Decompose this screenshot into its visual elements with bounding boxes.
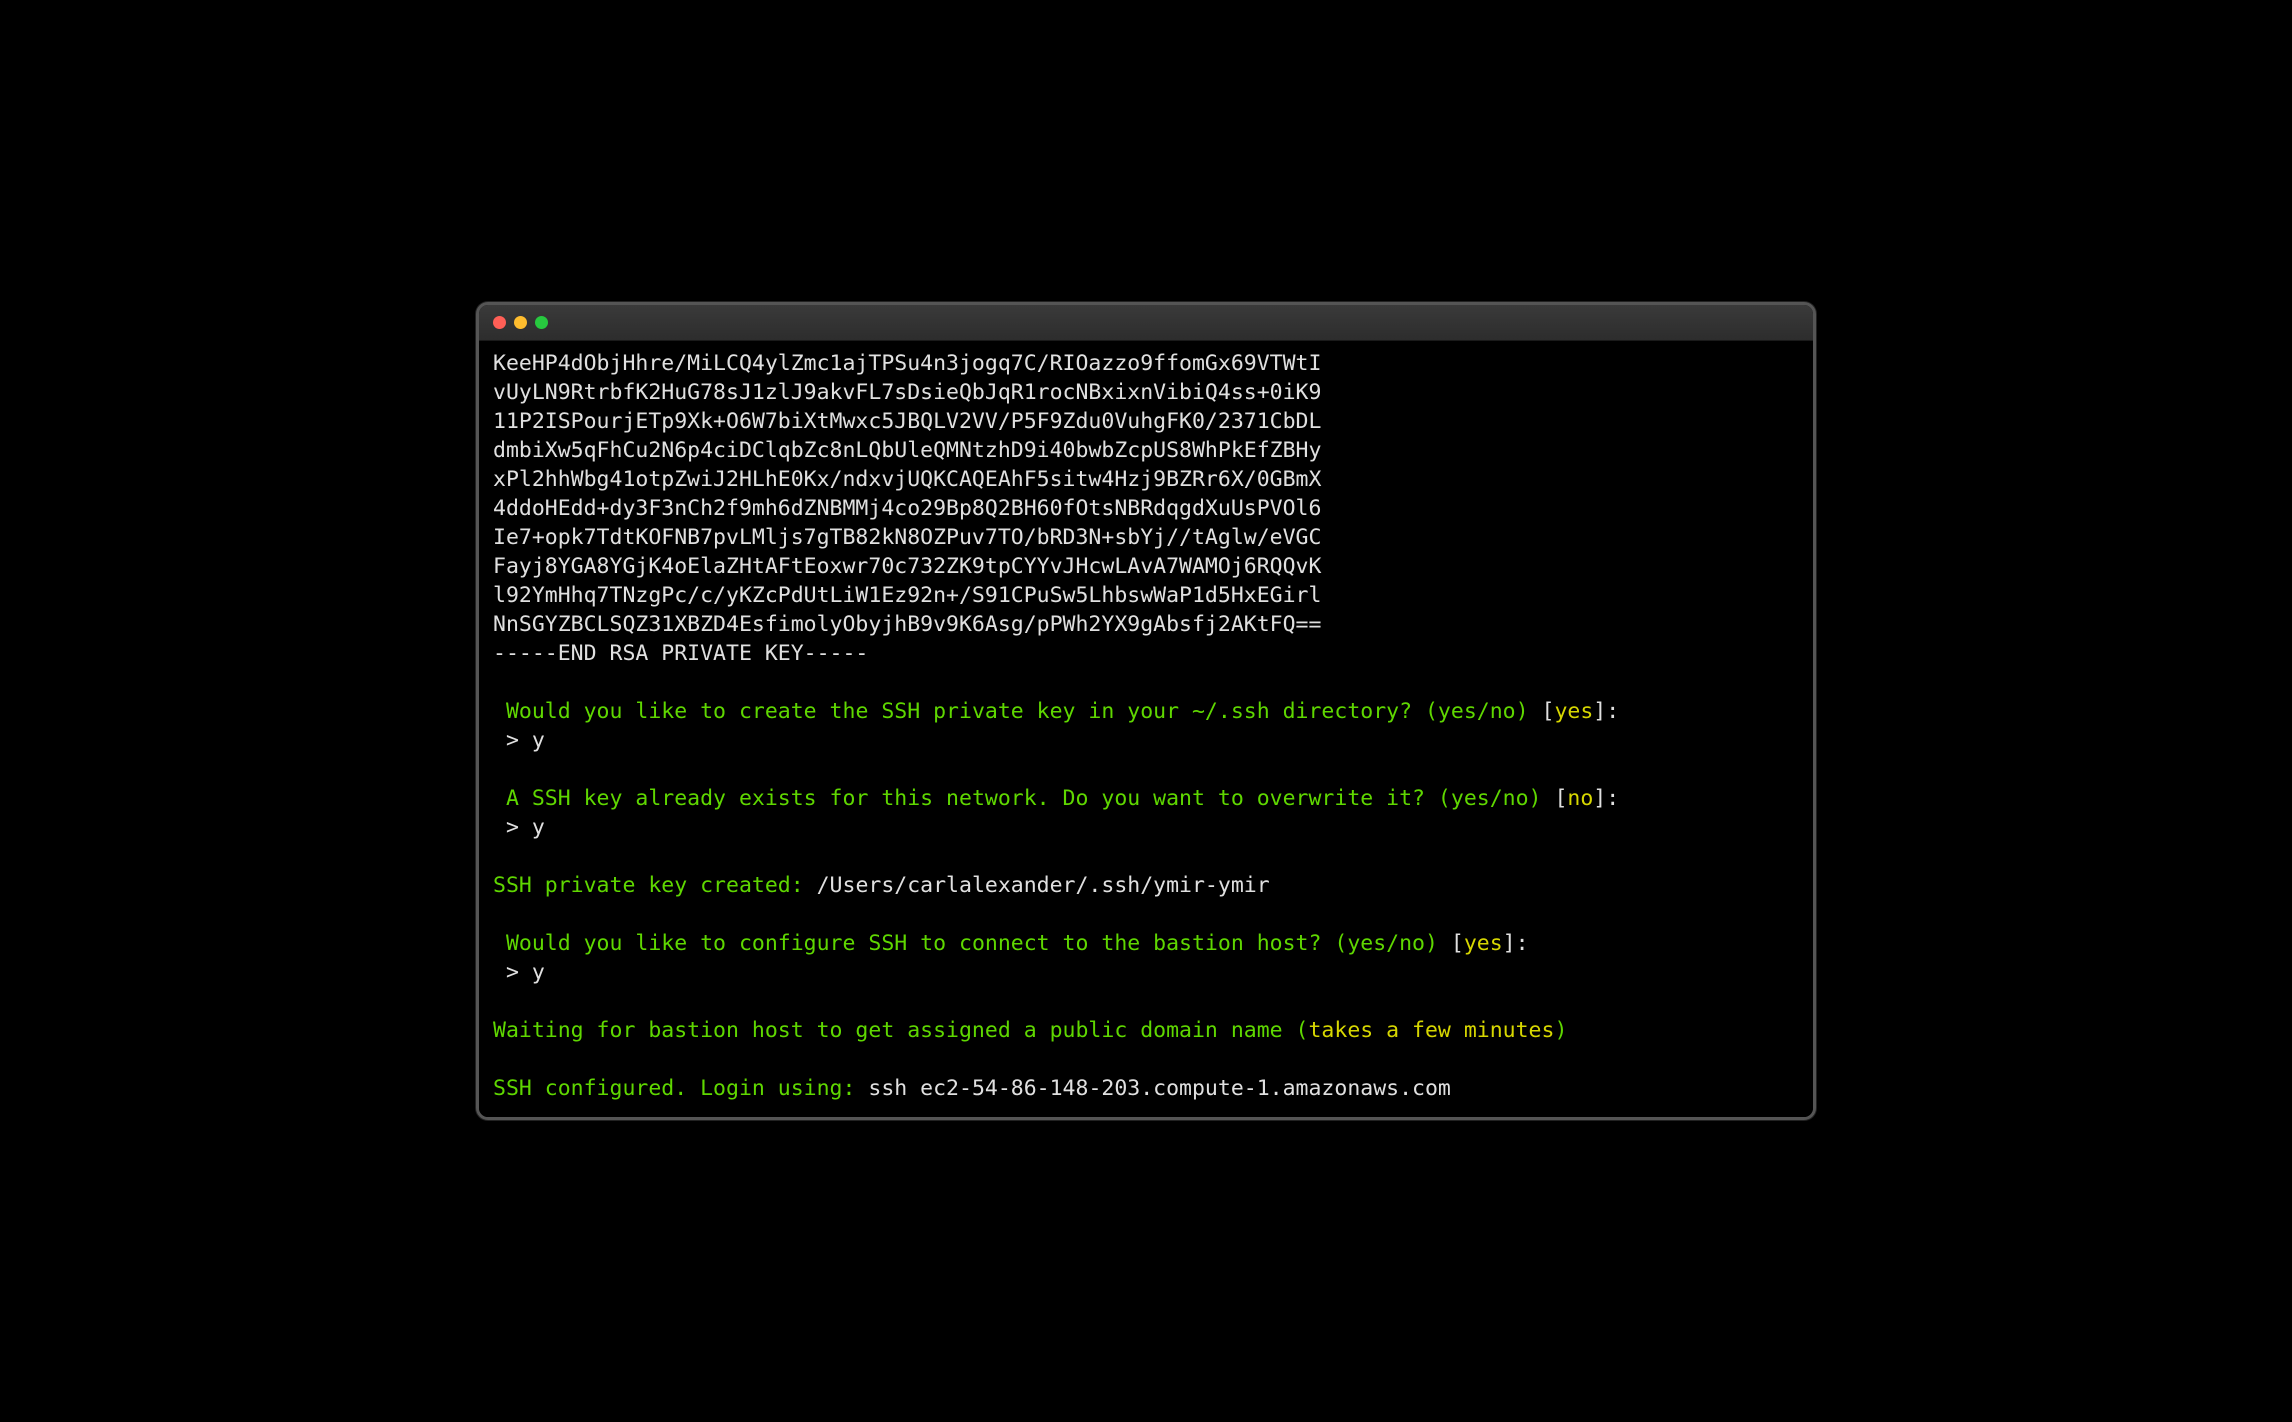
key-line: Fayj8YGA8YGjK4oElaZHtAFtEoxwr70c732ZK9tp…	[493, 552, 1799, 581]
key-line: NnSGYZBCLSQZ31XBZD4EsfimolyObyjhB9v9K6As…	[493, 610, 1799, 639]
configured-cmd: ssh ec2-54-86-148-203.compute-1.amazonaw…	[868, 1076, 1450, 1101]
terminal-window: KeeHP4dObjHhre/MiLCQ4ylZmc1ajTPSu4n3jogq…	[476, 302, 1816, 1120]
key-line: dmbiXw5qFhCu2N6p4ciDClqbZc8nLQbUleQMNtzh…	[493, 436, 1799, 465]
waiting-text: Waiting for bastion host to get assigned…	[493, 1018, 1308, 1043]
user-answer: y	[532, 960, 545, 985]
answer-line: > y	[493, 813, 1799, 842]
bracket: [	[1554, 786, 1567, 811]
status-label: SSH private key created:	[493, 873, 817, 898]
blank-line	[493, 842, 1799, 871]
blank-line	[493, 900, 1799, 929]
bracket: ]:	[1593, 699, 1619, 724]
window-titlebar	[479, 305, 1813, 341]
key-line: 4ddoHEdd+dy3F3nCh2f9mh6dZNBMMj4co29Bp8Q2…	[493, 494, 1799, 523]
key-line: Ie7+opk7TdtKOFNB7pvLMljs7gTB82kN8OZPuv7T…	[493, 523, 1799, 552]
answer-line: > y	[493, 958, 1799, 987]
prompt-marker: >	[493, 728, 532, 753]
blank-line	[493, 987, 1799, 1016]
user-answer: y	[532, 815, 545, 840]
status-line: SSH private key created: /Users/carlalex…	[493, 871, 1799, 900]
bracket: ]:	[1593, 786, 1619, 811]
bracket: [	[1541, 699, 1554, 724]
key-line: KeeHP4dObjHhre/MiLCQ4ylZmc1ajTPSu4n3jogq…	[493, 349, 1799, 378]
close-icon[interactable]	[493, 316, 506, 329]
maximize-icon[interactable]	[535, 316, 548, 329]
user-answer: y	[532, 728, 545, 753]
minimize-icon[interactable]	[514, 316, 527, 329]
prompt-question: Would you like to configure SSH to conne…	[506, 931, 1451, 956]
prompt-marker: >	[493, 815, 532, 840]
prompt-line: A SSH key already exists for this networ…	[493, 784, 1799, 813]
key-line: l92YmHhq7TNzgPc/c/yKZcPdUtLiW1Ez92n+/S91…	[493, 581, 1799, 610]
blank-line	[493, 668, 1799, 697]
key-footer: -----END RSA PRIVATE KEY-----	[493, 639, 1799, 668]
configured-line: SSH configured. Login using: ssh ec2-54-…	[493, 1074, 1799, 1103]
waiting-line: Waiting for bastion host to get assigned…	[493, 1016, 1799, 1045]
bracket: ]:	[1503, 931, 1529, 956]
waiting-note: takes a few minutes	[1308, 1018, 1554, 1043]
blank-line	[493, 755, 1799, 784]
key-line: 11P2ISPourjETp9Xk+O6W7biXtMwxc5JBQLV2VV/…	[493, 407, 1799, 436]
prompt-marker: >	[493, 960, 532, 985]
configured-label: SSH configured. Login using:	[493, 1076, 868, 1101]
waiting-text: )	[1554, 1018, 1567, 1043]
status-path: /Users/carlalexander/.ssh/ymir-ymir	[817, 873, 1270, 898]
answer-line: > y	[493, 726, 1799, 755]
prompt-default: yes	[1554, 699, 1593, 724]
prompt-default: yes	[1464, 931, 1503, 956]
key-line: xPl2hhWbg41otpZwiJ2HLhE0Kx/ndxvjUQKCAQEA…	[493, 465, 1799, 494]
bracket: [	[1451, 931, 1464, 956]
prompt-question: A SSH key already exists for this networ…	[506, 786, 1554, 811]
prompt-default: no	[1567, 786, 1593, 811]
blank-line	[493, 1045, 1799, 1074]
prompt-line: Would you like to configure SSH to conne…	[493, 929, 1799, 958]
terminal-output[interactable]: KeeHP4dObjHhre/MiLCQ4ylZmc1ajTPSu4n3jogq…	[479, 341, 1813, 1117]
key-line: vUyLN9RtrbfK2HuG78sJ1zlJ9akvFL7sDsieQbJq…	[493, 378, 1799, 407]
prompt-question: Would you like to create the SSH private…	[506, 699, 1542, 724]
prompt-line: Would you like to create the SSH private…	[493, 697, 1799, 726]
